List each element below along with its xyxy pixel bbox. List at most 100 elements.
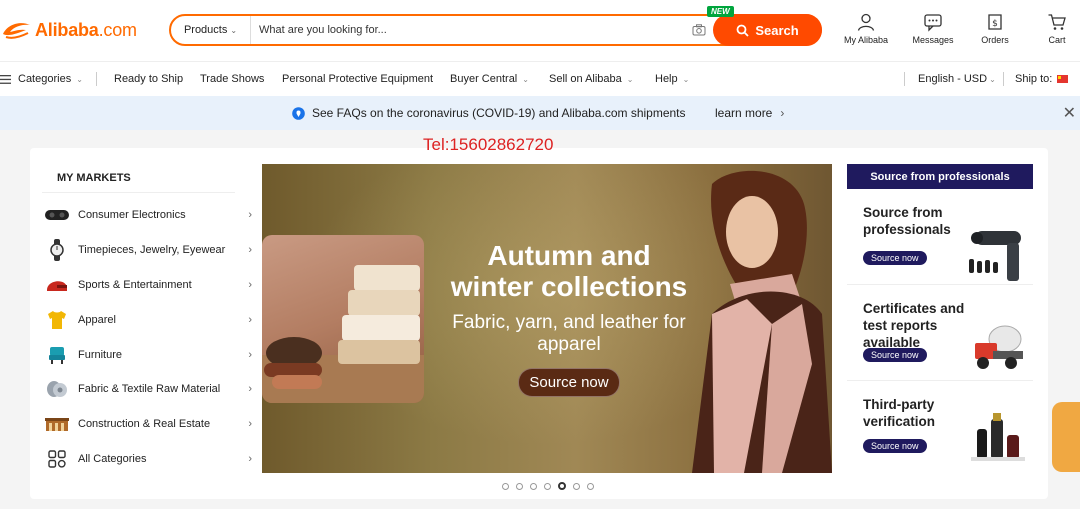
chevron-down-icon: ⌄ bbox=[230, 25, 238, 35]
chevron-right-icon: › bbox=[248, 418, 252, 431]
chevron-right-icon: › bbox=[248, 278, 252, 291]
messages-label: Messages bbox=[912, 35, 954, 45]
header-actions: My Alibaba Messages $ Orders Cart bbox=[836, 12, 1080, 45]
search-button-label: Search bbox=[755, 22, 799, 38]
chevron-down-icon: ⌄ bbox=[76, 74, 83, 84]
orders-label: Orders bbox=[981, 35, 1009, 45]
market-item-all-categories[interactable]: All Categories › bbox=[42, 442, 252, 477]
notice-message: See FAQs on the coronavirus (COVID-19) a… bbox=[292, 106, 686, 120]
building-icon bbox=[42, 413, 72, 435]
market-item-sports[interactable]: Sports & Entertainment › bbox=[42, 268, 252, 303]
chevron-down-icon: ⌄ bbox=[626, 74, 634, 84]
menu-icon bbox=[0, 74, 11, 84]
messages-button[interactable]: Messages bbox=[902, 12, 964, 45]
phone-watermark: Tel:15602862720 bbox=[423, 135, 554, 154]
nav-help[interactable]: Help ⌄ bbox=[655, 73, 689, 85]
pro-card-certificates[interactable]: Certificates and test reports available … bbox=[847, 285, 1033, 381]
chevron-right-icon: › bbox=[248, 452, 252, 465]
nav-divider bbox=[96, 72, 97, 86]
nav-sell-on-alibaba[interactable]: Sell on Alibaba ⌄ bbox=[549, 73, 633, 85]
help-label: Help bbox=[655, 73, 678, 85]
top-header: Alibaba.com Products ⌄ NEW Search bbox=[0, 0, 1080, 61]
ship-to-selector[interactable]: Ship to: bbox=[1015, 73, 1069, 85]
nav-divider bbox=[904, 72, 905, 86]
my-alibaba-button[interactable]: My Alibaba bbox=[836, 12, 896, 45]
cart-icon bbox=[1048, 14, 1066, 30]
helmet-icon bbox=[42, 274, 72, 296]
learn-more-link[interactable]: learn more › bbox=[715, 106, 784, 120]
source-now-button[interactable]: Source now bbox=[863, 348, 927, 362]
my-markets-panel: MY MARKETS Consumer Electronics › Timepi… bbox=[42, 164, 252, 476]
pro-card-title: Certificates and test reports available bbox=[863, 301, 965, 350]
market-item-apparel[interactable]: Apparel › bbox=[42, 302, 252, 337]
chevron-right-icon: › bbox=[248, 313, 252, 326]
fabric-icon bbox=[42, 378, 72, 400]
close-icon[interactable]: ✕ bbox=[1063, 103, 1076, 123]
pro-card-verification[interactable]: Third-party verification Source now bbox=[847, 381, 1033, 477]
banner-source-now-button[interactable]: Source now bbox=[518, 368, 620, 397]
search-category-label: Products bbox=[183, 24, 228, 36]
pro-card-title: Third-party verification bbox=[863, 397, 936, 429]
search-input[interactable] bbox=[251, 16, 685, 44]
alibaba-logo[interactable]: Alibaba.com bbox=[0, 17, 137, 43]
search-category-dropdown[interactable]: Products ⌄ bbox=[171, 16, 251, 44]
orders-button[interactable]: $ Orders bbox=[964, 12, 1026, 45]
pro-card-title: Source from professionals bbox=[863, 205, 951, 237]
logo-text: Alibaba.com bbox=[35, 19, 137, 40]
nav-ppe[interactable]: Personal Protective Equipment bbox=[282, 73, 433, 85]
chevron-down-icon: ⌄ bbox=[682, 74, 690, 84]
market-item-consumer-electronics[interactable]: Consumer Electronics › bbox=[42, 198, 252, 233]
market-item-furniture[interactable]: Furniture › bbox=[42, 337, 252, 372]
learn-more-label: learn more bbox=[715, 106, 773, 120]
mixer-truck-icon bbox=[975, 325, 1023, 369]
side-promo-tab[interactable] bbox=[1052, 402, 1080, 472]
categories-label: Categories bbox=[18, 73, 72, 85]
search-button[interactable]: NEW Search bbox=[707, 6, 822, 46]
source-now-button[interactable]: Source now bbox=[863, 439, 927, 453]
market-label: All Categories bbox=[78, 452, 147, 465]
carousel-dot[interactable] bbox=[587, 482, 594, 490]
grid-icon bbox=[42, 448, 72, 470]
carousel-dot-active[interactable] bbox=[558, 482, 566, 490]
carousel-dot[interactable] bbox=[502, 482, 509, 490]
massage-gun-icon bbox=[969, 231, 1021, 281]
notice-text: See FAQs on the coronavirus (COVID-19) a… bbox=[312, 106, 686, 120]
nav-ready-to-ship[interactable]: Ready to Ship bbox=[114, 73, 183, 85]
ppe-label: Personal Protective Equipment bbox=[282, 73, 434, 85]
hero-banner[interactable]: Autumn and winter collections Fabric, ya… bbox=[262, 164, 832, 473]
chevron-right-icon: › bbox=[248, 383, 252, 396]
language-currency-selector[interactable]: English - USD ⌄ bbox=[918, 73, 996, 85]
market-item-timepieces[interactable]: Timepieces, Jewelry, Eyewear › bbox=[42, 233, 252, 268]
sell-on-alibaba-label: Sell on Alibaba bbox=[549, 73, 622, 85]
carousel-dot[interactable] bbox=[573, 482, 580, 490]
trade-shows-label: Trade Shows bbox=[200, 73, 265, 85]
nav-buyer-central[interactable]: Buyer Central ⌄ bbox=[450, 73, 529, 85]
carousel-dot[interactable] bbox=[544, 482, 551, 490]
svg-text:$: $ bbox=[992, 19, 998, 29]
chair-icon bbox=[42, 344, 72, 366]
orders-icon: $ bbox=[988, 14, 1002, 30]
nav-trade-shows[interactable]: Trade Shows bbox=[200, 73, 264, 85]
categories-menu[interactable]: Categories ⌄ bbox=[0, 73, 83, 85]
camera-icon[interactable] bbox=[685, 16, 713, 44]
nav-divider bbox=[1003, 72, 1004, 86]
chevron-down-icon: ⌄ bbox=[989, 74, 996, 84]
location-pin-icon bbox=[292, 106, 305, 120]
market-label: Furniture bbox=[78, 348, 123, 361]
banner-carousel-dots bbox=[502, 482, 594, 490]
search-icon bbox=[736, 24, 749, 37]
cart-label: Cart bbox=[1048, 35, 1066, 45]
cart-button[interactable]: Cart bbox=[1026, 12, 1080, 45]
buyer-central-label: Buyer Central bbox=[450, 73, 518, 85]
market-item-fabric[interactable]: Fabric & Textile Raw Material › bbox=[42, 372, 252, 407]
search-bar: Products ⌄ NEW Search bbox=[169, 6, 822, 46]
market-item-construction[interactable]: Construction & Real Estate › bbox=[42, 407, 252, 442]
banner-inset-photo bbox=[262, 235, 424, 403]
vr-headset-icon bbox=[42, 204, 72, 226]
carousel-dot[interactable] bbox=[530, 482, 537, 490]
source-now-button[interactable]: Source now bbox=[863, 251, 927, 265]
banner-model-photo bbox=[692, 170, 832, 473]
carousel-dot[interactable] bbox=[516, 482, 523, 490]
user-icon bbox=[857, 13, 875, 31]
pro-card-source[interactable]: Source from professionals Source now bbox=[847, 189, 1033, 285]
